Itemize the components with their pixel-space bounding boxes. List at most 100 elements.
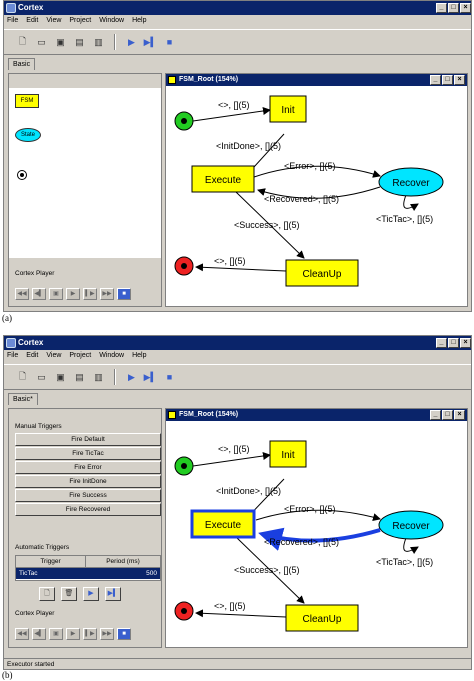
fsm-icon [168, 411, 176, 419]
save-icon[interactable]: ▣ [54, 371, 67, 384]
step-forward-icon[interactable]: ▍▶ [83, 628, 97, 640]
step-icon[interactable]: ▶▍ [144, 371, 158, 384]
label-recovered-transition: <Recovered>, [](5) [264, 194, 339, 204]
label-start-transition: <>, [](5) [218, 100, 250, 110]
column-period[interactable]: Period (ms) [86, 556, 160, 567]
play-icon[interactable]: ▶ [66, 628, 80, 640]
stop-icon[interactable]: ■ [163, 36, 176, 49]
editor-close-button[interactable]: × [454, 75, 465, 85]
add-trigger-icon[interactable]: 🗋 [39, 587, 55, 601]
step-back-icon[interactable]: ◀▍ [32, 288, 46, 300]
fsm-canvas[interactable]: Init Execute Recover CleanUp <>, [](5) <… [166, 86, 468, 307]
editor-maximize-button[interactable]: □ [442, 410, 453, 420]
save-icon[interactable]: ▣ [54, 36, 67, 49]
record-icon[interactable]: ▣ [49, 628, 63, 640]
menu-window[interactable]: Window [99, 15, 124, 27]
menubar: File Edit View Project Window Help [4, 350, 471, 362]
fire-default-button[interactable]: Fire Default [15, 433, 161, 446]
open-folder-icon[interactable]: ▭ [35, 36, 48, 49]
menu-file[interactable]: File [7, 15, 18, 27]
fire-initdone-button[interactable]: Fire InitDone [15, 475, 161, 488]
end-node-dot [181, 263, 187, 269]
fsm-canvas[interactable]: Init Execute Recover CleanUp <>, [](5) <… [166, 421, 468, 648]
edge-recover-self[interactable] [403, 194, 419, 212]
state-execute-label: Execute [205, 175, 242, 186]
fire-success-button[interactable]: Fire Success [15, 489, 161, 502]
edge-start-init[interactable] [192, 107, 271, 122]
stop-player-icon[interactable]: ■ [117, 288, 131, 300]
print-icon[interactable]: ▥ [92, 36, 105, 49]
new-file-icon[interactable]: 🗋 [16, 36, 29, 49]
label-tictac-transition: <TicTac>, [](5) [376, 214, 433, 224]
edge-cleanup-end[interactable] [195, 609, 287, 618]
state-cleanup-label: CleanUp [303, 614, 342, 625]
menu-edit[interactable]: Edit [26, 15, 38, 27]
menu-file[interactable]: File [7, 350, 18, 362]
player-controls: ◀◀ ◀▍ ▣ ▶ ▍▶ ▶▶ ■ [15, 288, 131, 300]
save-all-icon[interactable]: ▤ [73, 36, 86, 49]
palette-fsm-tool[interactable]: FSM [15, 94, 39, 108]
maximize-button[interactable]: □ [448, 3, 459, 13]
label-error-transition: <Error>, [](5) [284, 161, 336, 171]
menu-view[interactable]: View [46, 350, 61, 362]
open-folder-icon[interactable]: ▭ [35, 371, 48, 384]
menu-view[interactable]: View [46, 15, 61, 27]
print-icon[interactable]: ▥ [92, 371, 105, 384]
fire-tictac-button[interactable]: Fire TicTac [15, 447, 161, 460]
rewind-icon[interactable]: ◀◀ [15, 628, 29, 640]
automatic-triggers-table: Trigger Period (ms) TicTac 500 [15, 555, 161, 581]
maximize-button[interactable]: □ [448, 338, 459, 348]
edge-recover-self[interactable] [403, 537, 419, 555]
fast-forward-icon[interactable]: ▶▶ [100, 288, 114, 300]
step-icon[interactable]: ▶▍ [144, 36, 158, 49]
fire-recovered-button[interactable]: Fire Recovered [15, 503, 161, 516]
play-icon[interactable]: ▶ [66, 288, 80, 300]
player-controls: ◀◀ ◀▍ ▣ ▶ ▍▶ ▶▶ ■ [15, 628, 131, 640]
run-icon[interactable]: ▶ [125, 371, 138, 384]
new-file-icon[interactable]: 🗋 [16, 371, 29, 384]
minimize-button[interactable]: _ [436, 3, 447, 13]
start-trigger-icon[interactable]: ▶ [83, 587, 99, 601]
editor-minimize-button[interactable]: _ [430, 410, 441, 420]
stop-player-icon[interactable]: ■ [117, 628, 131, 640]
state-init-label: Init [281, 450, 295, 461]
close-button[interactable]: × [460, 338, 471, 348]
step-forward-icon[interactable]: ▍▶ [83, 288, 97, 300]
delete-trigger-icon[interactable]: 🗑 [61, 587, 77, 601]
palette-initial-node-tool[interactable] [17, 170, 27, 180]
rewind-icon[interactable]: ◀◀ [15, 288, 29, 300]
tab-basic[interactable]: Basic [8, 58, 36, 70]
menu-help[interactable]: Help [132, 15, 146, 27]
menu-project[interactable]: Project [69, 15, 91, 27]
minimize-button[interactable]: _ [436, 338, 447, 348]
tab-basic-modified[interactable]: Basic* [8, 393, 38, 405]
edge-start-init[interactable] [192, 452, 271, 467]
save-all-icon[interactable]: ▤ [73, 371, 86, 384]
player-area: Cortex Player ◀◀ ◀▍ ▣ ▶ ▍▶ ▶▶ ■ [9, 258, 161, 306]
editor-maximize-button[interactable]: □ [442, 75, 453, 85]
menu-help[interactable]: Help [132, 350, 146, 362]
step-trigger-icon[interactable]: ▶▍ [105, 587, 121, 601]
column-trigger[interactable]: Trigger [16, 556, 86, 567]
record-icon[interactable]: ▣ [49, 288, 63, 300]
window-controls: _ □ × [436, 338, 471, 348]
table-row[interactable]: TicTac 500 [16, 568, 160, 579]
table-header: Trigger Period (ms) [16, 556, 160, 568]
menu-project[interactable]: Project [69, 350, 91, 362]
editor-window-controls: _ □ × [430, 75, 465, 85]
editor-minimize-button[interactable]: _ [430, 75, 441, 85]
palette-state-tool[interactable]: State [15, 128, 41, 142]
step-back-icon[interactable]: ◀▍ [32, 628, 46, 640]
fast-forward-icon[interactable]: ▶▶ [100, 628, 114, 640]
fire-error-button[interactable]: Fire Error [15, 461, 161, 474]
tab-row: Basic [8, 58, 68, 70]
player-label: Cortex Player [15, 270, 55, 277]
stop-icon[interactable]: ■ [163, 371, 176, 384]
screenshot-a: Cortex _ □ × File Edit View Project Wind… [3, 0, 472, 312]
menu-window[interactable]: Window [99, 350, 124, 362]
edge-cleanup-end[interactable] [195, 263, 287, 272]
close-button[interactable]: × [460, 3, 471, 13]
run-icon[interactable]: ▶ [125, 36, 138, 49]
editor-close-button[interactable]: × [454, 410, 465, 420]
menu-edit[interactable]: Edit [26, 350, 38, 362]
